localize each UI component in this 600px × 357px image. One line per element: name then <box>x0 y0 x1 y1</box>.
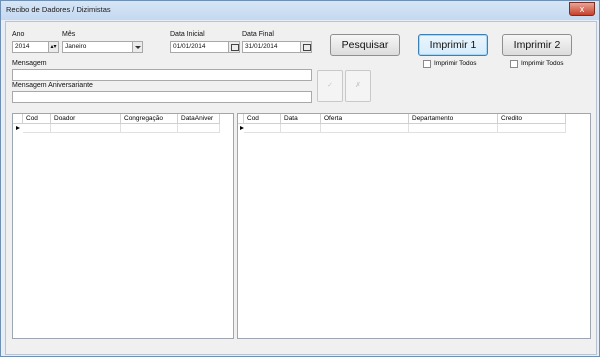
col-header-data[interactable]: Data <box>281 114 321 124</box>
data-final-value: 31/01/2014 <box>245 43 278 50</box>
chevron-down-icon[interactable] <box>132 42 142 52</box>
col-header-congregacao[interactable]: Congregação <box>121 114 178 124</box>
checkbox-box[interactable] <box>510 60 518 68</box>
table-cell[interactable] <box>321 124 409 133</box>
cross-icon: ✗ <box>355 82 361 89</box>
data-inicial-label: Data Inicial <box>170 31 205 38</box>
row-indicator-icon <box>13 124 23 133</box>
title-bar: Recibo de Dadores / Dizimistas x <box>1 1 599 20</box>
col-header-dataaniver[interactable]: DataAniver <box>178 114 220 124</box>
mensagem-aniversariante-field[interactable] <box>12 91 312 103</box>
table-cell[interactable] <box>244 124 281 133</box>
table-cell[interactable] <box>23 124 51 133</box>
data-inicial-value: 01/01/2014 <box>173 43 206 50</box>
mensagem-field[interactable] <box>12 69 312 81</box>
client-area: Ano 2014 ▴▾ Mês Janeiro Data Inicial 01/… <box>5 21 597 355</box>
mes-select[interactable]: Janeiro <box>62 41 143 53</box>
table-cell[interactable] <box>51 124 121 133</box>
mensagem-aniversariante-label: Mensagem Aniversariante <box>12 82 93 89</box>
table-cell[interactable] <box>121 124 178 133</box>
data-final-label: Data Final <box>242 31 274 38</box>
close-button[interactable]: x <box>569 2 595 16</box>
imprimir-todos-2-label: Imprimir Todos <box>521 60 564 67</box>
imprimir-2-button[interactable]: Imprimir 2 <box>502 34 572 56</box>
ano-label: Ano <box>12 31 25 38</box>
calendar-icon[interactable] <box>228 42 239 52</box>
table-cell[interactable] <box>178 124 220 133</box>
close-icon: x <box>579 4 585 14</box>
ano-value: 2014 <box>15 43 30 50</box>
spinner-icon[interactable]: ▴▾ <box>48 42 58 52</box>
col-header-departamento[interactable]: Departamento <box>409 114 498 124</box>
mensagem-label: Mensagem <box>12 60 47 67</box>
col-header-cod[interactable]: Cod <box>244 114 281 124</box>
ofertas-grid[interactable]: Cod Data Oferta Departamento Credito <box>237 113 591 339</box>
data-inicial-field[interactable]: 01/01/2014 <box>170 41 240 53</box>
table-cell[interactable] <box>281 124 321 133</box>
col-header-cod[interactable]: Cod <box>23 114 51 124</box>
calendar-icon[interactable] <box>300 42 311 52</box>
imprimir-todos-1-checkbox[interactable]: Imprimir Todos <box>423 59 493 69</box>
col-header-oferta[interactable]: Oferta <box>321 114 409 124</box>
mes-value: Janeiro <box>65 43 87 50</box>
imprimir-todos-1-label: Imprimir Todos <box>434 60 477 67</box>
table-cell[interactable] <box>498 124 566 133</box>
mes-label: Mês <box>62 31 76 38</box>
checkbox-box[interactable] <box>423 60 431 68</box>
grid-corner <box>13 114 23 124</box>
doadores-grid[interactable]: Cod Doador Congregação DataAniver <box>12 113 234 339</box>
check-icon: ✓ <box>327 82 333 89</box>
cancel-button[interactable]: ✗ <box>345 70 371 102</box>
main-window: Recibo de Dadores / Dizimistas x Ano 201… <box>0 0 600 357</box>
table-cell[interactable] <box>409 124 498 133</box>
col-header-credito[interactable]: Credito <box>498 114 566 124</box>
confirm-button[interactable]: ✓ <box>317 70 343 102</box>
window-title: Recibo de Dadores / Dizimistas <box>6 5 111 14</box>
imprimir-1-button[interactable]: Imprimir 1 <box>418 34 488 56</box>
ano-field[interactable]: 2014 ▴▾ <box>12 41 59 53</box>
pesquisar-button[interactable]: Pesquisar <box>330 34 400 56</box>
data-final-field[interactable]: 31/01/2014 <box>242 41 312 53</box>
imprimir-todos-2-checkbox[interactable]: Imprimir Todos <box>510 59 580 69</box>
col-header-doador[interactable]: Doador <box>51 114 121 124</box>
